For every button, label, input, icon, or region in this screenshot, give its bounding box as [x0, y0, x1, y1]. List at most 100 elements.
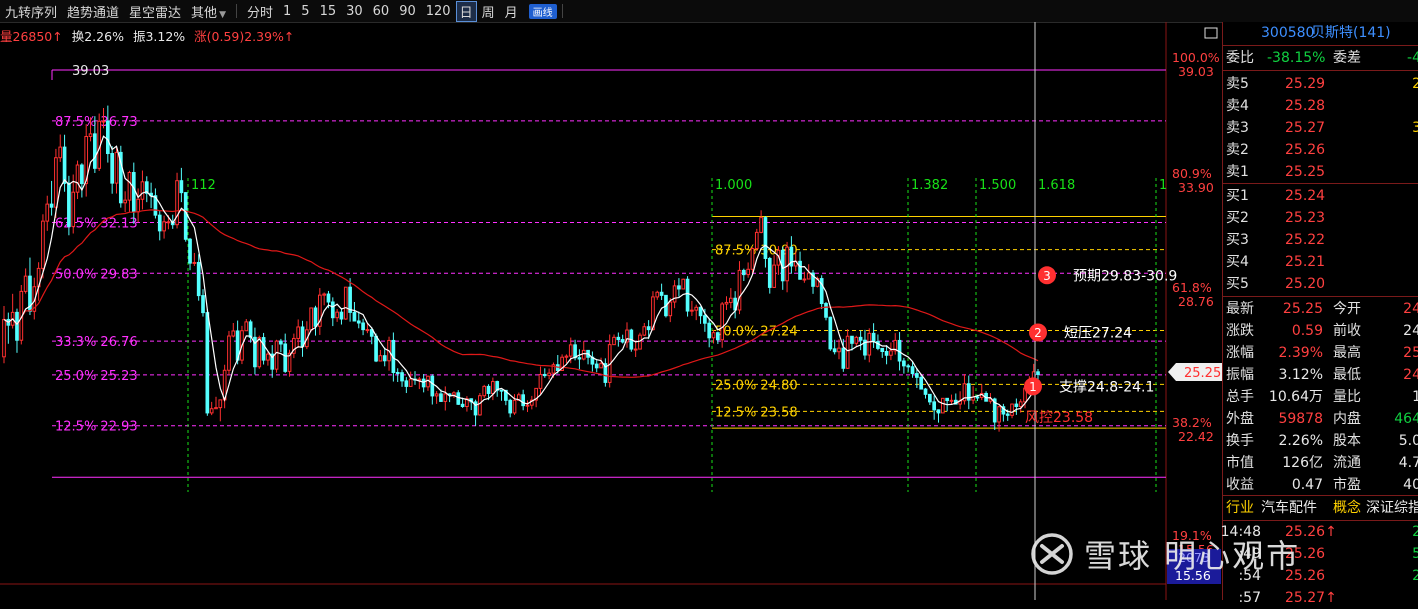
kline-chart[interactable]: 39.0387.5% 36.7362.5% 32.1350.0% 29.8333…: [0, 0, 1222, 600]
ask-price: 25.26: [1285, 142, 1326, 158]
candle-body: [716, 332, 720, 341]
bid-price: 25.20: [1285, 276, 1326, 292]
candle-body: [703, 315, 707, 324]
candle-body: [136, 198, 140, 213]
panel-divider: [1223, 183, 1418, 184]
candle-body: [538, 373, 543, 389]
axis-price-label: 22.42: [1178, 429, 1214, 444]
concept-value[interactable]: 深证综指: [1366, 497, 1418, 519]
ask-volume: 2: [1412, 76, 1418, 92]
candle-body: [430, 375, 435, 397]
ask-row[interactable]: 卖3 25.27 3: [1223, 117, 1418, 139]
stat-value: 24: [1403, 323, 1418, 339]
candle-body: [188, 238, 192, 264]
bid-row[interactable]: 买4 25.21: [1223, 251, 1418, 273]
ask-row[interactable]: 卖5 25.29 2: [1223, 73, 1418, 95]
panel-toggle-icon[interactable]: [1204, 27, 1218, 39]
candle-body: [123, 199, 127, 204]
candle-body: [343, 286, 348, 320]
stat-label: 换手: [1226, 433, 1254, 449]
stat-label: 股本: [1333, 433, 1361, 449]
candle-body: [845, 335, 850, 369]
fib-level-label: 50.0% 29.83: [55, 267, 138, 282]
candle-body: [542, 373, 547, 377]
candle-body: [672, 285, 677, 303]
ask-price: 25.29: [1285, 76, 1326, 92]
candle-body: [767, 257, 772, 288]
candle-body: [837, 347, 841, 353]
axis-price-label: 33.90: [1178, 180, 1214, 195]
candle-body: [330, 301, 335, 319]
stat-row: 收益 0.47 市盈 40: [1223, 474, 1418, 496]
candle-body: [612, 336, 616, 346]
stat-value: 25.25: [1282, 301, 1323, 317]
stat-label: 市盈: [1333, 477, 1361, 493]
annotation-number: 2: [1034, 326, 1042, 340]
candle-body: [1010, 403, 1014, 416]
candle-body: [361, 322, 365, 331]
candle-body: [80, 164, 84, 185]
candle-body: [105, 120, 110, 155]
candle-body: [127, 172, 132, 201]
candle-body: [71, 191, 76, 227]
tick-price: 25.27↑: [1285, 590, 1337, 606]
tick-volume: 2: [1412, 524, 1418, 540]
candle-body: [525, 404, 530, 407]
candle-body: [2, 318, 6, 358]
annotation-number: 1: [1029, 380, 1037, 394]
candle-body: [313, 307, 318, 327]
axis-pct-label: 38.2%: [1172, 415, 1212, 430]
candle-body: [573, 344, 577, 359]
candle-body: [166, 221, 171, 224]
candle-body: [720, 303, 725, 341]
candle-body: [880, 347, 885, 352]
candle-body: [785, 246, 789, 282]
tick-time: :57: [1238, 590, 1261, 606]
ask-row[interactable]: 卖2 25.26: [1223, 139, 1418, 161]
candle-body: [408, 378, 413, 387]
candle-body: [841, 347, 846, 369]
candle-body: [460, 403, 465, 408]
candle-body: [547, 372, 551, 377]
candle-body: [274, 340, 279, 370]
candle-body: [655, 291, 660, 298]
ask-row[interactable]: 卖4 25.28: [1223, 95, 1418, 117]
stock-header: 300580 贝斯特(141): [1223, 22, 1418, 44]
candle-body: [728, 297, 733, 303]
candle-body: [261, 337, 266, 361]
candle-body: [741, 269, 746, 276]
stat-value: 3.12%: [1278, 367, 1323, 383]
candle-body: [646, 326, 651, 331]
candle-body: [724, 301, 729, 305]
candle-body: [23, 275, 28, 292]
candle-body: [577, 357, 582, 360]
stat-row: 换手 2.26% 股本 5.0: [1223, 430, 1418, 452]
ask-row[interactable]: 卖1 25.25: [1223, 161, 1418, 183]
fib-level-label: 12.5% 22.93: [55, 420, 138, 435]
bid-row[interactable]: 买2 25.23: [1223, 207, 1418, 229]
candle-body: [759, 217, 763, 233]
bid-row[interactable]: 买1 25.24: [1223, 185, 1418, 207]
candle-body: [824, 303, 828, 318]
candle-body: [642, 326, 647, 336]
candle-body: [828, 316, 833, 350]
fib-level-label: 87.5% 36.73: [55, 115, 138, 130]
candle-body: [832, 348, 837, 353]
candle-body: [564, 355, 569, 358]
candle-body: [940, 397, 945, 414]
candle-body: [283, 343, 288, 372]
axis-price-label: 28.76: [1178, 294, 1214, 309]
stat-value: 1: [1412, 389, 1418, 405]
candle-body: [927, 393, 932, 403]
candle-body: [378, 355, 383, 362]
bid-row[interactable]: 买5 25.20: [1223, 273, 1418, 295]
panel-divider: [1223, 296, 1418, 297]
industry-value[interactable]: 汽车配件: [1261, 497, 1317, 519]
concept-label: 概念: [1333, 500, 1361, 516]
stat-label: 今开: [1333, 301, 1361, 317]
bid-row[interactable]: 买3 25.22: [1223, 229, 1418, 251]
candle-body: [694, 306, 699, 311]
candle-body: [352, 311, 357, 322]
stat-label: 收益: [1226, 477, 1254, 493]
candle-body: [915, 373, 919, 378]
